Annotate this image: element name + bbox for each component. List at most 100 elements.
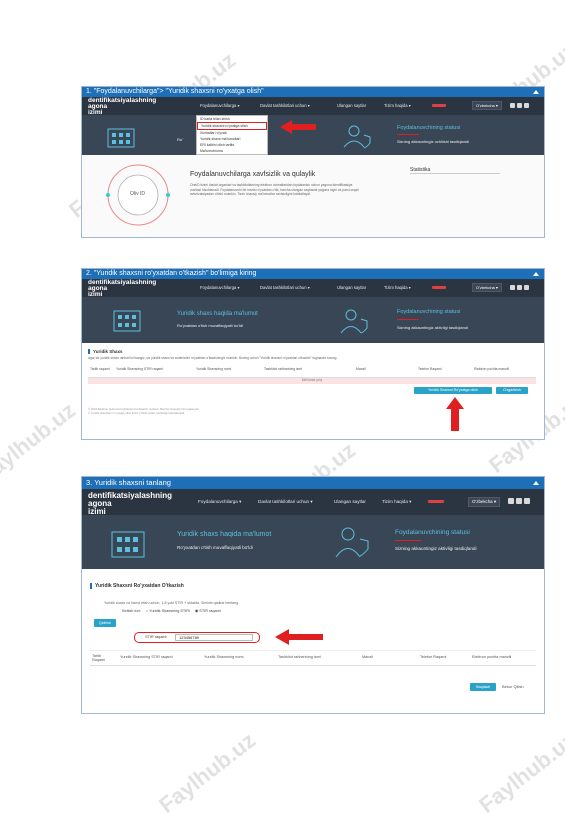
menu-gov-orgs[interactable]: Davlat tashkilotlari uchun ▾ bbox=[260, 285, 310, 290]
radio-stir-number[interactable]: ◉ STIR raqami bbox=[195, 609, 221, 613]
language-select[interactable]: O'zbekcha ▾ bbox=[472, 101, 502, 110]
stir-field[interactable]: 123456789 bbox=[175, 634, 253, 641]
security-text: OneID tizimi davlat organlari va tashkil… bbox=[190, 183, 359, 196]
input-type-row: Kiritish turi: ○ Yuridik Shaxsning STIRi… bbox=[122, 608, 221, 613]
menu-gov-orgs[interactable]: Davlat tashkilotlari uchun ▾ bbox=[260, 103, 310, 108]
dropdown-item[interactable]: Ma'lumotnoma bbox=[197, 148, 267, 154]
menu-about[interactable]: Tizim haqida ▾ bbox=[384, 103, 411, 108]
menu-users[interactable]: Foydalanuvchilarga ▾ bbox=[198, 499, 241, 505]
col-name: Yuridik Shaxsning nomi bbox=[204, 655, 244, 659]
col-stir: Yuridik Shaxsning STIR raqami bbox=[116, 367, 163, 371]
table-empty-row: Ma'lumot yo'q bbox=[88, 378, 536, 384]
status-mark bbox=[397, 134, 419, 135]
watermark: Faylhub.uz bbox=[154, 727, 261, 818]
register-legal-entity-button[interactable]: Yuridik Shaxsni Ro'yxatga olish bbox=[414, 387, 492, 394]
red-arrow-icon bbox=[275, 629, 323, 645]
settings-icon[interactable] bbox=[524, 103, 529, 108]
register-panel: Yuridik Shaxsni Ro'yxatdan O'tkazish Yur… bbox=[90, 583, 536, 711]
users-dropdown-menu: ID karta bilan kirish Yuridik shaxsni ro… bbox=[196, 115, 268, 155]
col-name: Yuridik Shaxsning nomi bbox=[196, 367, 232, 371]
settings-icon[interactable] bbox=[524, 498, 530, 504]
table-header: Tartib raqami Yuridik Shaxsning STIR raq… bbox=[88, 367, 536, 378]
menu-gov-orgs[interactable]: Davlat tashkilotlari uchun ▾ bbox=[258, 499, 313, 505]
language-select[interactable]: O'zbekcha ▾ bbox=[472, 283, 502, 292]
user-shield-icon bbox=[340, 309, 368, 334]
col-director: Tashkilot rahbarining ismi bbox=[278, 655, 321, 659]
hero-subtitle: Ro'yxatdan o'tish muvaffaqiyatli bo'ldi bbox=[177, 323, 244, 328]
status-title: Foydalanuvchining statusi bbox=[397, 125, 461, 131]
col-phone: Telefon Raqami bbox=[420, 655, 447, 659]
hero-banner: Yuridik shaxs haqida ma'lumot Ro'yxatdan… bbox=[82, 297, 544, 343]
language-select[interactable]: O'zbekcha ▾ bbox=[468, 497, 501, 507]
user-shield-icon bbox=[343, 125, 371, 149]
choice-label: Kiritish turi: bbox=[122, 609, 141, 613]
step-title: 1. "Foydalanuvchilarga"> "Yuridik shaxsn… bbox=[82, 87, 544, 97]
col-order: Tartib raqami bbox=[90, 367, 110, 371]
menu-users[interactable]: Foydalanuvchilarga ▾ bbox=[200, 103, 240, 108]
eye-icon[interactable] bbox=[516, 498, 522, 504]
menu-connected-sites[interactable]: Ulangan saytlar bbox=[337, 285, 366, 290]
step-title: 2. "Yuridik shaxsni ro'yxatdan o'tkazish… bbox=[82, 269, 544, 279]
building-icon bbox=[107, 128, 135, 148]
building-icon bbox=[113, 310, 141, 332]
save-button[interactable]: Saqlash bbox=[470, 683, 496, 691]
status-subtitle: Sizning akkauntingiz ochilishi tasdiqlan… bbox=[397, 139, 470, 144]
red-arrow-icon bbox=[280, 120, 316, 134]
circle-label: Oliv ID bbox=[130, 191, 145, 197]
accessibility-icon[interactable] bbox=[508, 498, 514, 504]
user-status-bar bbox=[432, 104, 446, 107]
site-logo[interactable]: dentifikatsiyalashning agona izimi bbox=[88, 97, 156, 116]
navbar: dentifikatsiyalashning agona izimi Foydala… bbox=[82, 97, 544, 116]
change-button[interactable]: O'zgartirish bbox=[496, 387, 528, 394]
menu-connected-sites[interactable]: Ulangan saytlar bbox=[334, 499, 366, 504]
panel-title: Yuridik Shaxsni Ro'yxatdan O'tkazish bbox=[90, 583, 536, 589]
security-title: Foydalanuvchilarga xavfsizlik va qulayli… bbox=[190, 171, 316, 178]
status-mark bbox=[395, 540, 421, 541]
menu-about[interactable]: Tizim haqida ▾ bbox=[384, 285, 411, 290]
security-section: Oliv ID Foydalanuvchilarga xavfsizlik va… bbox=[82, 155, 544, 237]
col-director: Tashkilot rahbarining ismi bbox=[264, 367, 303, 371]
site-logo[interactable]: dentifikatsiyalashning agona izimi bbox=[88, 279, 156, 298]
hero-text: Ro' bbox=[177, 137, 183, 142]
site-logo[interactable]: dentifikatsiyalashning agona izimi bbox=[88, 492, 172, 516]
table-header: Tartib Raqami Yuridik Shaxsning STIR raq… bbox=[90, 650, 536, 666]
panel-title: Yuridik Shaxs bbox=[88, 349, 536, 354]
screenshot-step-3: 3. Yuridik shaxsni tanlang dentifikatsiy… bbox=[81, 476, 545, 714]
accessibility-icon[interactable] bbox=[510, 285, 515, 290]
user-status-bar bbox=[428, 500, 444, 503]
col-order: Tartib Raqami bbox=[92, 654, 106, 662]
menu-about[interactable]: Tizim haqida ▾ bbox=[382, 499, 411, 505]
col-phone: Telefon Raqami bbox=[418, 367, 442, 371]
status-title: Foydalanuvchining statusi bbox=[395, 529, 470, 536]
building-icon bbox=[111, 531, 145, 558]
red-arrow-up-icon bbox=[446, 397, 464, 431]
radio-stir-entity[interactable]: ○ Yuridik Shaxsning STIRi bbox=[146, 609, 190, 613]
instruction-text: Yuridik shaxs va hamd etish uchun, 1-8 y… bbox=[104, 601, 239, 605]
col-address: Manzil bbox=[362, 655, 373, 659]
watermark: Faylhub.uz bbox=[474, 727, 565, 818]
stir-input-box[interactable]: STIR raqami: 123456789 bbox=[134, 632, 260, 643]
legal-entity-panel: Yuridik Shaxs Agar siz yuridik shaxs rah… bbox=[88, 349, 536, 435]
screenshot-step-2: 2. "Yuridik shaxsni ro'yxatdan o'tkazish… bbox=[81, 268, 545, 440]
hero-banner: Yuridik shaxs haqida ma'lumot Ro'yxatdan… bbox=[82, 515, 544, 569]
search-button[interactable]: Qidirish bbox=[94, 619, 116, 627]
step-title: 3. Yuridik shaxsni tanlang bbox=[82, 477, 544, 489]
user-status-bar bbox=[432, 286, 446, 289]
dropdown-item-register-legal[interactable]: Yuridik shaxsni ro'yxatga olish bbox=[197, 122, 267, 130]
hero-subtitle: Ro'yxatdan o'tish muvaffaqiyatli bo'ldi bbox=[177, 545, 253, 550]
stir-label: STIR raqami: bbox=[145, 635, 168, 639]
menu-users[interactable]: Foydalanuvchilarga ▾ bbox=[200, 285, 240, 290]
menu-connected-sites[interactable]: Ulangan saytlar bbox=[337, 103, 366, 108]
col-email: Elektron pochta manzili bbox=[472, 655, 512, 659]
settings-icon[interactable] bbox=[524, 285, 529, 290]
status-subtitle: Sizning akkauntingiz aktivligi tasdiqlan… bbox=[395, 546, 477, 551]
navbar: dentifikatsiyalashning agona izimi Foydala… bbox=[82, 489, 544, 516]
hero-title: Yuridik shaxs haqida ma'lumot bbox=[177, 311, 258, 317]
cancel-link[interactable]: Bekor Qilish bbox=[502, 684, 524, 689]
accessibility-icon[interactable] bbox=[510, 103, 515, 108]
col-stir: Yuridik Shaxsning STIR raqami bbox=[120, 655, 173, 659]
eye-icon[interactable] bbox=[517, 103, 522, 108]
panel-text: Agar siz yuridik shaxs rahbari bo'lsangi… bbox=[88, 356, 338, 360]
eye-icon[interactable] bbox=[517, 285, 522, 290]
status-mark bbox=[397, 319, 419, 320]
